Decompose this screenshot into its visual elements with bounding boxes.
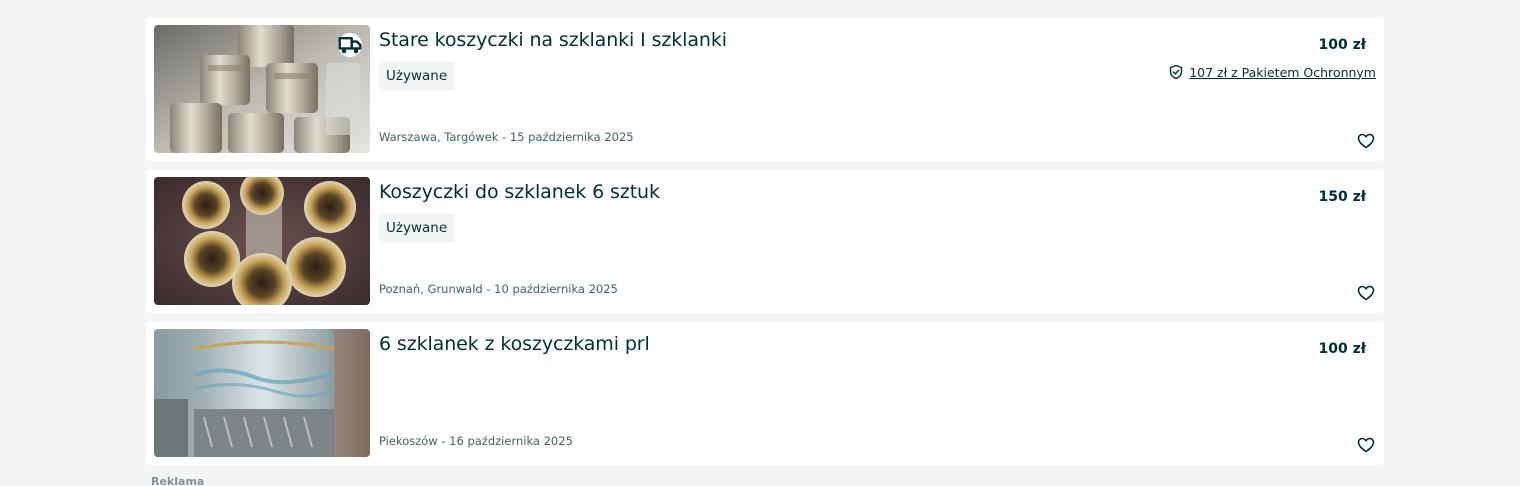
protection-price[interactable]: 107 zł z Pakietem Ochronnym (1189, 65, 1376, 80)
gilded-glass-holders-photo (154, 177, 370, 305)
listing-photo[interactable] (154, 329, 370, 457)
listing-list: Stare koszyczki na szklanki I szklanki U… (146, 17, 1384, 473)
glasses-with-holders-photo (154, 329, 370, 457)
heart-icon (1357, 133, 1375, 149)
listing-title[interactable]: Koszyczki do szklanek 6 sztuk (379, 181, 660, 203)
listing-card[interactable]: Koszyczki do szklanek 6 sztuk Używane Po… (146, 169, 1384, 313)
delivery-badge (338, 33, 362, 57)
truck-icon (338, 36, 362, 54)
listing-price: 100 zł (1318, 341, 1366, 357)
listing-location-date: Warszawa, Targówek - 15 października 202… (379, 130, 634, 144)
favorite-button[interactable] (1356, 131, 1376, 151)
favorite-button[interactable] (1356, 435, 1376, 455)
condition-badge: Używane (379, 61, 455, 91)
protection-package-link[interactable]: 107 zł z Pakietem Ochronnym (1168, 64, 1376, 80)
shield-check-icon (1169, 64, 1183, 80)
listing-price: 150 zł (1318, 189, 1366, 205)
listing-photo[interactable] (154, 25, 370, 153)
heart-icon (1357, 437, 1375, 453)
listing-location-date: Poznań, Grunwald - 10 października 2025 (379, 282, 618, 296)
listing-card[interactable]: 6 szklanek z koszyczkami prl Piekoszów -… (146, 321, 1384, 465)
listing-photo[interactable] (154, 177, 370, 305)
listing-price: 100 zł (1318, 37, 1366, 53)
favorite-button[interactable] (1356, 283, 1376, 303)
listing-title[interactable]: Stare koszyczki na szklanki I szklanki (379, 29, 727, 51)
listing-location-date: Piekoszów - 16 października 2025 (379, 434, 573, 448)
condition-badge: Używane (379, 213, 455, 243)
ad-label: Reklama (151, 475, 205, 486)
heart-icon (1357, 285, 1375, 301)
listing-card[interactable]: Stare koszyczki na szklanki I szklanki U… (146, 17, 1384, 161)
listing-title[interactable]: 6 szklanek z koszyczkami prl (379, 333, 650, 355)
